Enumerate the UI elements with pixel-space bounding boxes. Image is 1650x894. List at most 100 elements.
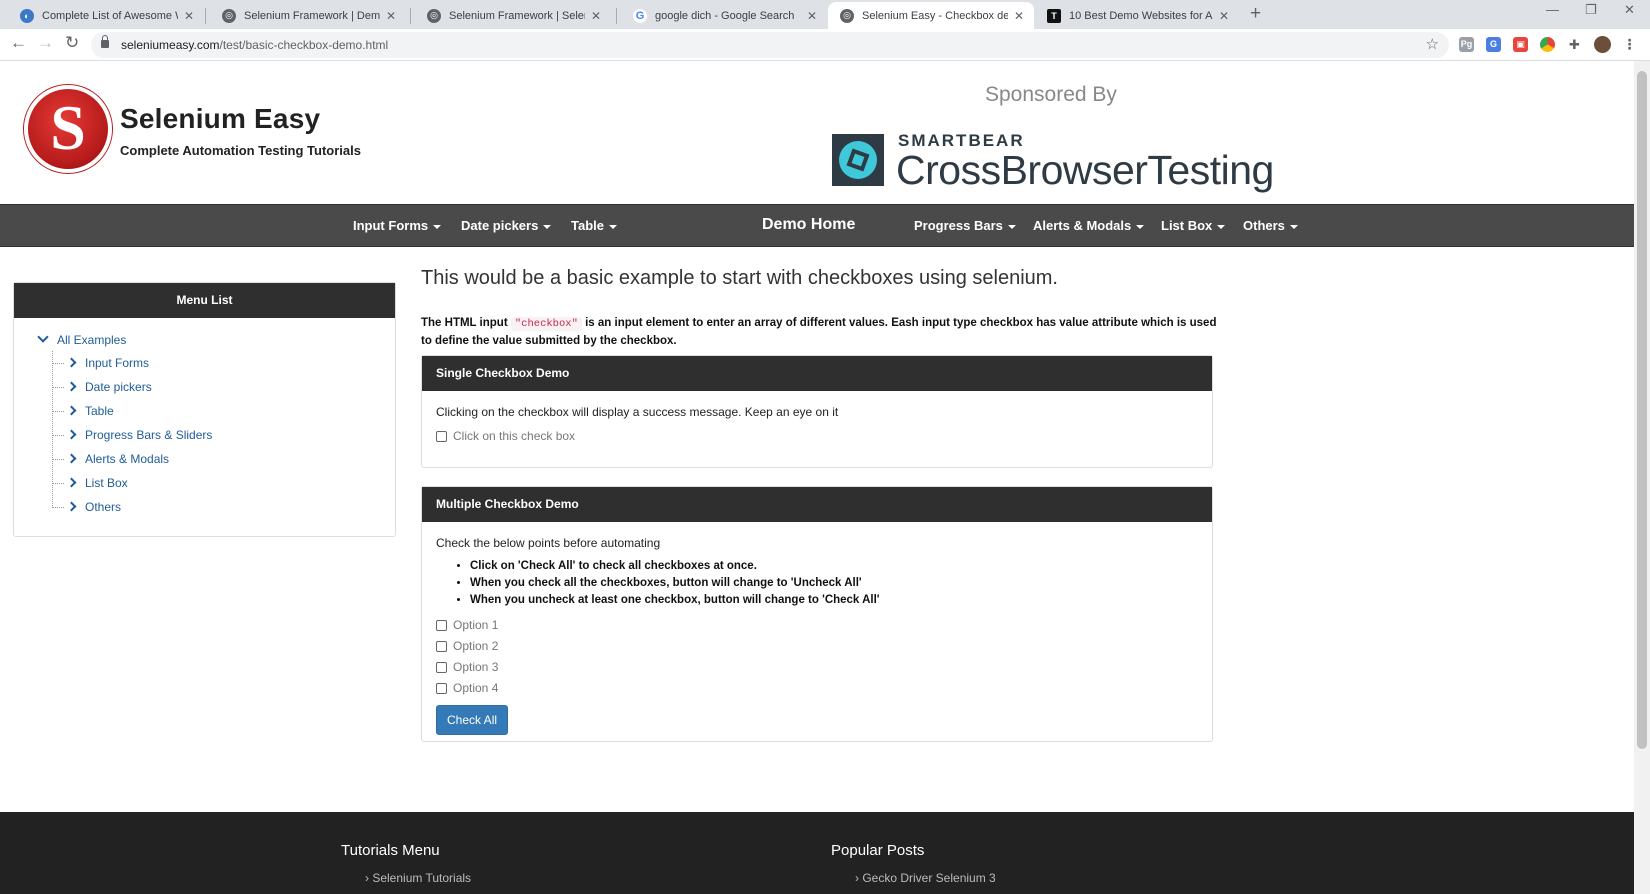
sponsored-by-label: Sponsored By [985,83,1117,106]
tab-selenium-demo-site[interactable]: ◎ Selenium Framework | Demo Site ✕ [210,2,406,29]
puzzle-extensions-icon[interactable]: ✚ [1567,37,1582,52]
single-checkbox[interactable]: Click on this check box [436,429,1198,443]
close-icon[interactable]: ✕ [589,9,603,23]
nav-input-forms[interactable]: Input Forms [353,218,442,233]
tab-selenium-framework[interactable]: ◎ Selenium Framework | Selenium ✕ [415,2,611,29]
nav-label: Table [571,218,604,233]
kebab-menu-icon[interactable]: ⋮ [1622,37,1637,52]
url-host: seleniumeasy.com [121,38,220,52]
extension-red-icon[interactable]: ▣ [1513,37,1528,52]
tree-item-label: Input Forms [85,356,150,370]
crossbrowsertesting-logo-icon[interactable] [832,134,884,186]
instruction-list: Click on 'Check All' to check all checkb… [470,558,1198,609]
tree-item-others[interactable]: Others [52,500,121,514]
caret-down-icon [1136,224,1145,229]
nav-progress-bars[interactable]: Progress Bars [914,218,1016,233]
tree-item-label: Others [85,500,122,514]
tree-item-list-box[interactable]: List Box [52,476,128,490]
tree-item-label: Table [85,404,114,418]
list-item: Click on 'Check All' to check all checkb… [470,558,1198,575]
brand-tagline: Complete Automation Testing Tutorials [120,143,361,158]
tree-item-date-pickers[interactable]: Date pickers [52,380,152,394]
panel-title: Single Checkbox Demo [422,356,1212,391]
nav-list-box[interactable]: List Box [1161,218,1226,233]
extension-chrome-icon[interactable] [1540,37,1555,52]
intro-text-start: The HTML input [421,317,508,329]
option-1-checkbox[interactable]: Option 1 [436,618,1198,632]
translate-icon[interactable]: G [1486,37,1501,52]
nav-label: Date pickers [461,218,539,233]
tree-item-label: Progress Bars & Sliders [85,428,213,442]
scrollbar-thumb[interactable] [1637,71,1647,749]
nav-demo-home[interactable]: Demo Home [762,216,855,234]
restore-button[interactable]: ❐ [1585,2,1597,18]
selenium-easy-logo[interactable]: S [24,85,112,173]
close-icon[interactable]: ✕ [384,9,398,23]
caret-down-icon [1217,224,1226,229]
tree-item-progress-bars[interactable]: Progress Bars & Sliders [52,428,212,442]
tree-all-examples[interactable]: All Examples [37,331,126,347]
option-4-checkbox[interactable]: Option 4 [436,681,1198,695]
tab-title: Selenium Easy - Checkbox demo [862,9,1008,22]
tab-awesome-websites[interactable]: ◐ Complete List of Awesome Webs ✕ [8,2,204,29]
globe-icon: ◎ [427,8,441,23]
list-item: When you uncheck at least one checkbox, … [470,592,1198,609]
minimize-button[interactable]: — [1546,2,1559,17]
close-icon[interactable]: ✕ [182,9,196,23]
tree-dash [52,363,64,365]
address-bar[interactable]: seleniumeasy.com/test/basic-checkbox-dem… [91,32,1449,58]
nav-others[interactable]: Others [1243,218,1298,233]
checkbox-label[interactable]: Option 4 [453,681,498,695]
checkbox-label[interactable]: Click on this check box [453,429,575,443]
footer-link-gecko-driver[interactable]: › Gecko Driver Selenium 3 [855,871,996,885]
brand-name[interactable]: Selenium Easy [120,103,320,135]
tab-checkbox-demo[interactable]: ◎ Selenium Easy - Checkbox demo ✕ [828,2,1034,29]
option-3-checkbox[interactable]: Option 3 [436,660,1198,674]
tree-item-label: Date pickers [85,380,152,394]
tree-item-table[interactable]: Table [52,404,114,418]
new-tab-button[interactable]: + [1250,3,1261,25]
checkbox-input[interactable] [436,661,447,673]
checkbox-input[interactable] [436,640,447,652]
checkbox-label[interactable]: Option 3 [453,660,498,674]
page-scrollbar[interactable] [1634,61,1650,894]
intro-code: "checkbox" [510,317,582,331]
nav-alerts-modals[interactable]: Alerts & Modals [1033,218,1145,233]
tab-demo-websites[interactable]: T 10 Best Demo Websites for Auto ✕ [1035,2,1239,29]
tab-google-search[interactable]: G google dich - Google Search ✕ [621,2,827,29]
bookmark-star-icon[interactable]: ☆ [1426,35,1439,53]
nav-table[interactable]: Table [571,218,617,233]
footer-link-selenium-tutorials[interactable]: › Selenium Tutorials [365,871,471,885]
close-icon[interactable]: ✕ [1217,9,1231,23]
close-icon[interactable]: ✕ [1012,9,1026,23]
tab-title: Selenium Framework | Demo Site [244,9,380,22]
profile-avatar[interactable] [1594,36,1611,53]
forward-arrow-icon[interactable]: → [37,33,54,53]
back-arrow-icon[interactable]: ← [10,33,27,53]
tree-dash [52,411,64,413]
checkbox-input[interactable] [436,619,447,631]
reload-icon[interactable]: ↻ [65,33,79,53]
checkbox-label[interactable]: Option 2 [453,639,498,653]
check-all-button[interactable]: Check All [436,705,509,735]
close-icon[interactable]: ✕ [805,9,819,23]
url-path: /test/basic-checkbox-demo.html [219,38,389,52]
tab-title: google dich - Google Search [655,9,795,22]
extension-pg-icon[interactable]: Pg [1459,37,1474,52]
close-window-button[interactable]: ✕ [1624,2,1635,18]
chevron-down-icon [37,331,49,343]
nav-date-pickers[interactable]: Date pickers [461,218,552,233]
checkbox-label[interactable]: Option 1 [453,618,498,632]
caret-down-icon [1289,224,1298,229]
checkbox-input[interactable] [436,682,447,694]
tree-item-input-forms[interactable]: Input Forms [52,356,149,370]
tree-item-alerts-modals[interactable]: Alerts & Modals [52,452,169,466]
single-checkbox-panel: Single Checkbox Demo Clicking on the che… [421,355,1213,468]
option-2-checkbox[interactable]: Option 2 [436,639,1198,653]
browser-toolbar: ← → ↻ seleniumeasy.com/test/basic-checkb… [0,29,1650,61]
nav-label: Input Forms [353,218,429,233]
caret-down-icon [609,224,617,229]
tree-dash [52,459,64,461]
checkbox-input[interactable] [436,430,447,442]
sponsor-product[interactable]: CrossBrowserTesting [896,147,1274,194]
